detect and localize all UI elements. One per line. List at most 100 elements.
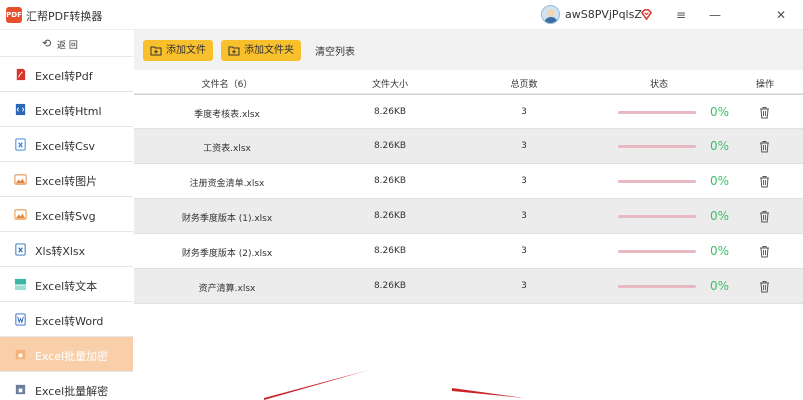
- pdf-icon: [16, 68, 26, 81]
- clear-list-button[interactable]: 清空列表: [315, 43, 355, 58]
- word-icon: [15, 313, 26, 326]
- sidebar-item-4[interactable]: Excel转图片: [0, 162, 133, 197]
- html-icon: [15, 103, 26, 116]
- toolbar: 添加文件 添加文件夹 清空列表: [134, 30, 803, 70]
- sidebar-item-label: Excel转Svg: [35, 210, 96, 223]
- sidebar-item-label: Xls转Xlsx: [35, 245, 86, 258]
- sidebar-item-label: Excel转Html: [35, 105, 102, 118]
- app-logo-icon: PDF: [6, 7, 22, 23]
- table-row[interactable]: 资产清算.xlsx 8.26KB 3 0%: [134, 269, 803, 304]
- cell-pages: 3: [521, 141, 527, 151]
- cell-filesize: 8.26KB: [373, 211, 407, 221]
- progress-bar: [618, 250, 696, 253]
- user-avatar[interactable]: [541, 5, 560, 24]
- cell-filename: 资产清算.xlsx: [198, 284, 256, 294]
- image-icon: [14, 174, 27, 185]
- progress-percent: 0%: [710, 139, 730, 153]
- cell-filename: 财务季度版本 (1).xlsx: [181, 214, 273, 224]
- add-file-label: 添加文件: [166, 45, 206, 56]
- cell-pages: 3: [521, 176, 527, 186]
- progress-bar: [618, 285, 696, 288]
- cell-filesize: 8.26KB: [373, 176, 407, 186]
- cell-filename: 注册资金清单.xlsx: [189, 179, 265, 189]
- table-row[interactable]: 季度考核表.xlsx 8.26KB 3 0%: [134, 94, 803, 129]
- sidebar-item-2[interactable]: Excel转Html: [0, 92, 133, 127]
- sidebar-item-label: Excel批量解密: [35, 385, 109, 398]
- sidebar-item-5[interactable]: Excel转Svg: [0, 197, 133, 232]
- table-row[interactable]: 财务季度版本 (1).xlsx 8.26KB 3 0%: [134, 199, 803, 234]
- progress-percent: 0%: [710, 244, 730, 258]
- header-filename: 文件名（6）: [201, 80, 253, 90]
- table-row[interactable]: 工资表.xlsx 8.26KB 3 0%: [134, 129, 803, 164]
- vip-diamond-icon[interactable]: [640, 8, 653, 21]
- header-pages: 总页数: [510, 80, 538, 90]
- progress-bar: [618, 180, 696, 183]
- cell-filesize: 8.26KB: [373, 107, 407, 117]
- progress-percent: 0%: [710, 174, 730, 188]
- csv-icon: [15, 138, 26, 151]
- background-decoration: [264, 370, 524, 400]
- cell-filesize: 8.26KB: [373, 281, 407, 291]
- encrypt-icon: [15, 349, 26, 360]
- sidebar: ⟲ 返 回 Excel转Pdf Excel转Html Excel转Csv Excel转…: [0, 30, 133, 400]
- header-filesize: 文件大小: [371, 80, 409, 90]
- table-row[interactable]: 财务季度版本 (2).xlsx 8.26KB 3 0%: [134, 234, 803, 269]
- sidebar-item-3[interactable]: Excel转Csv: [0, 127, 133, 162]
- add-folder-button[interactable]: 添加文件夹: [221, 40, 301, 61]
- sidebar-item-label: Excel转Word: [35, 315, 104, 328]
- add-file-button[interactable]: 添加文件: [143, 40, 213, 61]
- add-folder-label: 添加文件夹: [244, 45, 294, 56]
- trash-icon[interactable]: [758, 210, 771, 223]
- sidebar-item-label: Excel转图片: [35, 175, 98, 188]
- sidebar-item-6[interactable]: Xls转Xlsx: [0, 232, 133, 267]
- sidebar-item-1[interactable]: Excel转Pdf: [0, 57, 133, 92]
- cell-pages: 3: [521, 281, 527, 291]
- cell-filename: 财务季度版本 (2).xlsx: [181, 249, 273, 259]
- back-button[interactable]: ⟲ 返 回: [0, 30, 133, 57]
- add-folder-icon: [228, 46, 240, 56]
- header-status: 状态: [649, 80, 669, 90]
- xlsx-icon: [15, 243, 26, 256]
- table-header: 文件名（6） 文件大小 总页数 状态 操作: [134, 70, 803, 94]
- progress-percent: 0%: [710, 105, 730, 119]
- minimize-icon[interactable]: —: [706, 6, 724, 24]
- sidebar-item-label: Excel批量加密: [35, 350, 109, 363]
- cell-pages: 3: [521, 107, 527, 117]
- cell-filename: 工资表.xlsx: [203, 144, 251, 154]
- trash-icon[interactable]: [758, 140, 771, 153]
- username[interactable]: awS8PVjPqlsZ: [565, 8, 642, 21]
- trash-icon[interactable]: [758, 280, 771, 293]
- sidebar-item-10[interactable]: Excel批量解密: [0, 372, 133, 400]
- progress-bar: [618, 111, 696, 114]
- text-icon: [14, 278, 27, 291]
- app-title: 汇帮PDF转换器: [26, 10, 103, 23]
- close-icon[interactable]: ✕: [772, 6, 790, 24]
- back-arrow-icon: ⟲: [42, 37, 52, 50]
- cell-pages: 3: [521, 211, 527, 221]
- svg-icon: [14, 209, 27, 220]
- decrypt-icon: [15, 384, 26, 395]
- progress-percent: 0%: [710, 279, 730, 293]
- title-bar: PDF 汇帮PDF转换器 awS8PVjPqlsZ ≡ — ✕: [0, 0, 803, 30]
- cell-filename: 季度考核表.xlsx: [194, 110, 260, 120]
- sidebar-item-label: Excel转Pdf: [35, 70, 93, 83]
- cell-filesize: 8.26KB: [373, 141, 407, 151]
- cell-filesize: 8.26KB: [373, 246, 407, 256]
- sidebar-item-8[interactable]: Excel转Word: [0, 302, 133, 337]
- trash-icon[interactable]: [758, 106, 771, 119]
- progress-bar: [618, 215, 696, 218]
- progress-percent: 0%: [710, 209, 730, 223]
- sidebar-item-label: Excel转文本: [35, 280, 98, 293]
- menu-icon[interactable]: ≡: [672, 6, 690, 24]
- header-action: 操作: [755, 80, 775, 90]
- sidebar-item-9[interactable]: Excel批量加密: [0, 337, 133, 372]
- sidebar-item-label: Excel转Csv: [35, 140, 96, 153]
- back-label: 返 回: [57, 41, 78, 51]
- progress-bar: [618, 145, 696, 148]
- cell-pages: 3: [521, 246, 527, 256]
- trash-icon[interactable]: [758, 175, 771, 188]
- trash-icon[interactable]: [758, 245, 771, 258]
- add-file-icon: [150, 46, 162, 56]
- sidebar-item-7[interactable]: Excel转文本: [0, 267, 133, 302]
- table-row[interactable]: 注册资金清单.xlsx 8.26KB 3 0%: [134, 164, 803, 199]
